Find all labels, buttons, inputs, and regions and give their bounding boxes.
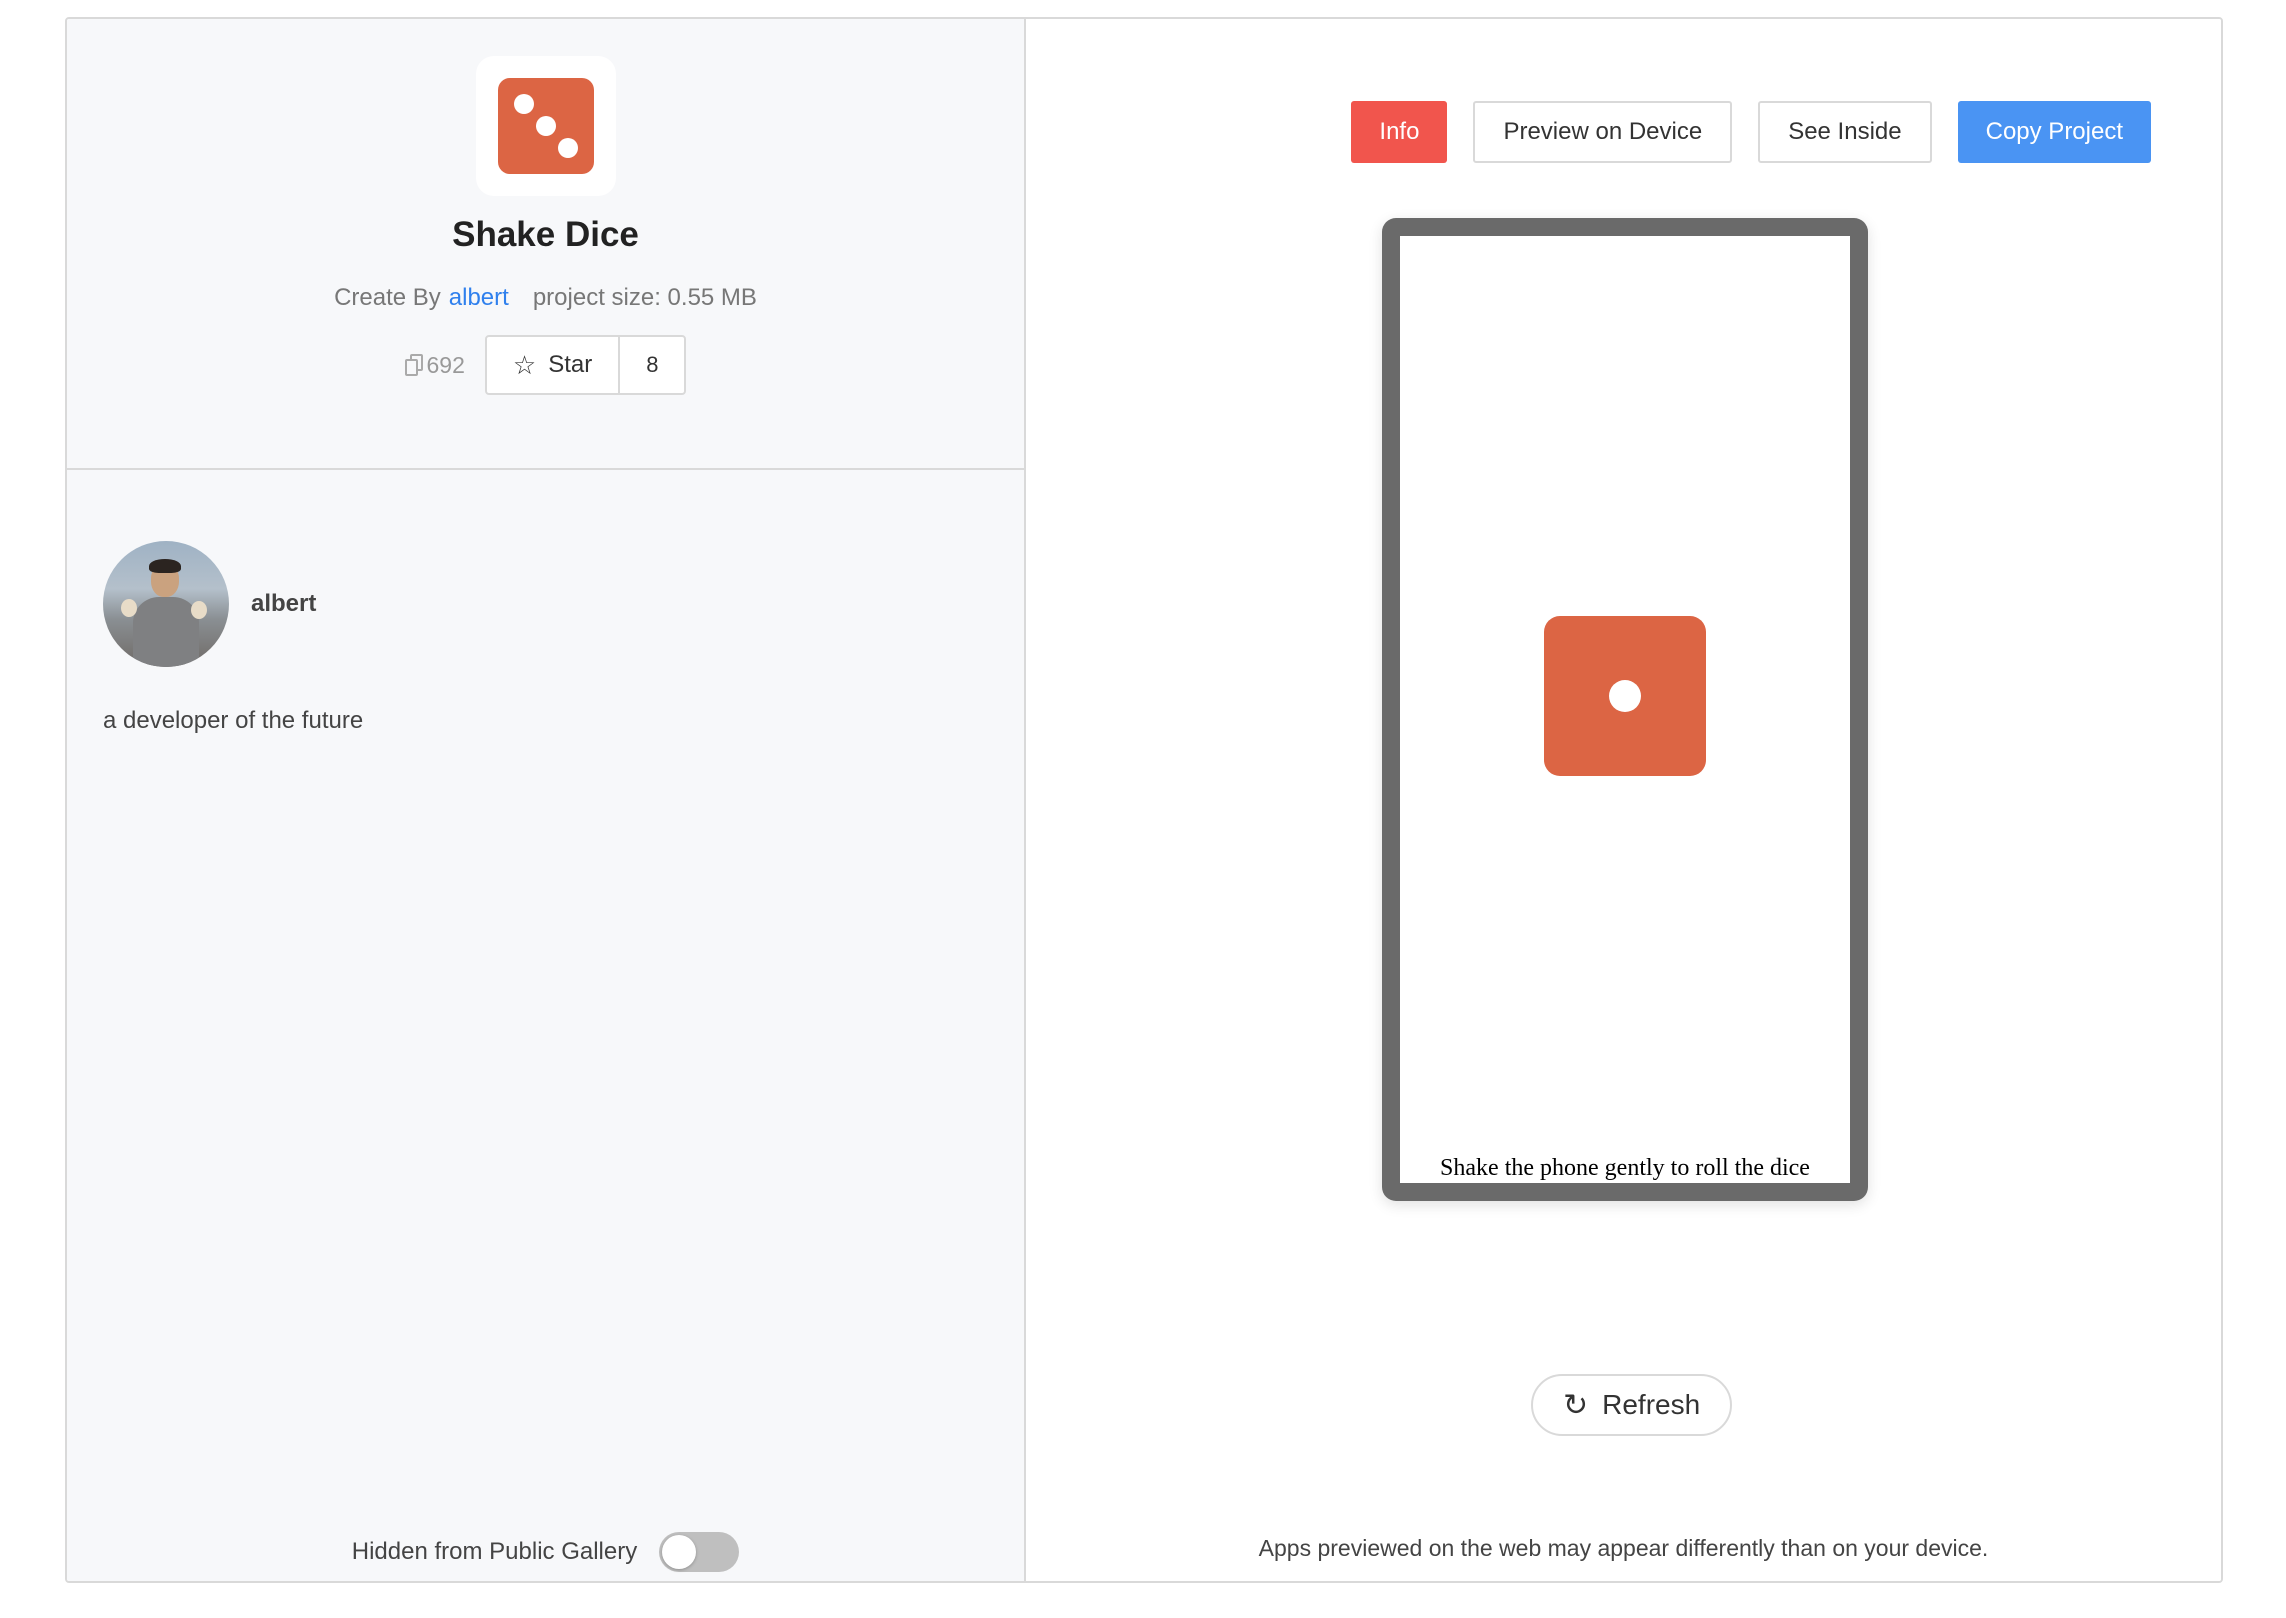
star-button[interactable]: ☆ Star <box>487 337 621 393</box>
star-group: ☆ Star 8 <box>484 335 687 395</box>
die-pip <box>1609 680 1641 712</box>
hidden-from-gallery-label: Hidden from Public Gallery <box>351 1538 638 1565</box>
gallery-visibility-row: Hidden from Public Gallery <box>67 1532 1024 1572</box>
dice-one-icon[interactable] <box>1544 616 1706 776</box>
copy-project-button[interactable]: Copy Project <box>1957 101 2151 163</box>
project-header: Shake Dice Create By albert project size: … <box>67 19 1024 470</box>
project-page: Shake Dice Create By albert project size: … <box>65 17 2223 1583</box>
app-icon-container <box>476 56 616 196</box>
copy-count: 692 <box>404 351 465 379</box>
profile-name[interactable]: albert <box>251 590 316 618</box>
created-by-label: Create By <box>334 284 441 311</box>
preview-on-device-button[interactable]: Preview on Device <box>1473 101 1733 163</box>
phone-preview: Shake the phone gently to roll the dice <box>1382 218 1868 1201</box>
see-inside-button[interactable]: See Inside <box>1758 101 1932 163</box>
preview-panel: Info Preview on Device See Inside Copy P… <box>1026 19 2221 1581</box>
author-profile: albert <box>103 541 316 667</box>
shake-hint: Shake the phone gently to roll the dice <box>1440 1155 1810 1181</box>
die-pip <box>558 138 578 158</box>
star-icon: ☆ <box>512 349 537 380</box>
refresh-icon: ↻ <box>1563 1388 1589 1422</box>
avatar[interactable] <box>103 541 229 667</box>
copy-icon <box>404 354 423 376</box>
project-stats: 692 ☆ Star 8 <box>67 335 1024 395</box>
dice-three-icon <box>498 78 594 174</box>
preview-disclaimer: Apps previewed on the web may appear dif… <box>1258 1535 1989 1561</box>
project-info-panel: Shake Dice Create By albert project size: … <box>67 19 1026 1581</box>
action-bar: Info Preview on Device See Inside Copy P… <box>1325 101 2151 163</box>
hidden-from-gallery-toggle[interactable] <box>659 1532 740 1572</box>
refresh-label: Refresh <box>1602 1389 1701 1420</box>
project-title: Shake Dice <box>452 215 639 254</box>
die-pip <box>514 94 534 114</box>
star-label: Star <box>548 351 593 378</box>
profile-bio: a developer of the future <box>103 707 364 734</box>
author-link[interactable]: albert <box>449 284 509 311</box>
project-meta: Create By albert project size: 0.55 MB <box>67 284 1024 312</box>
copy-count-value: 692 <box>426 351 465 378</box>
die-pip <box>536 116 556 136</box>
phone-screen[interactable]: Shake the phone gently to roll the dice <box>1400 236 1850 1183</box>
toggle-knob <box>662 1535 697 1569</box>
project-size: project size: 0.55 MB <box>532 284 757 311</box>
info-button[interactable]: Info <box>1351 101 1448 163</box>
refresh-button[interactable]: ↻ Refresh <box>1531 1374 1733 1436</box>
star-count: 8 <box>646 352 659 377</box>
